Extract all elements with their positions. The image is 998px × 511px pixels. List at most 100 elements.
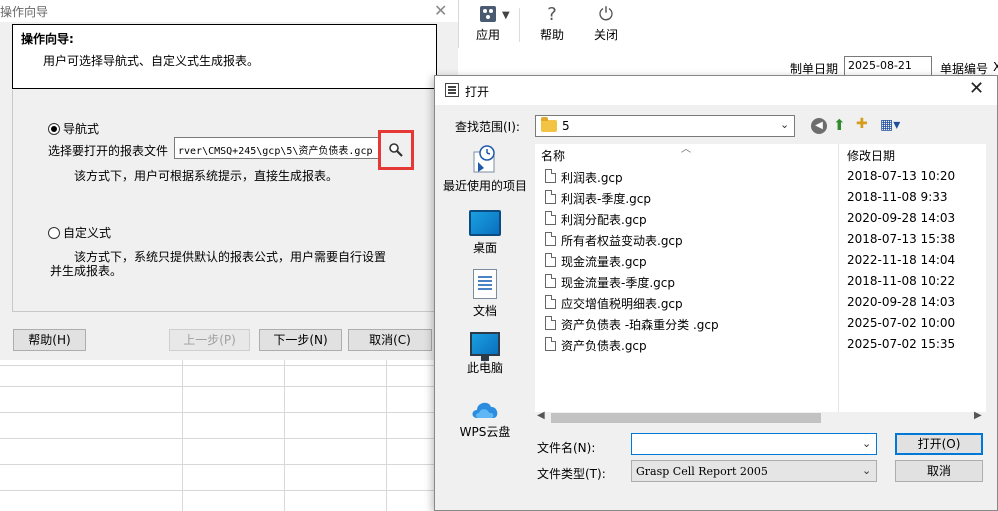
- toolbar-apply-button[interactable]: 应用: [467, 2, 509, 43]
- dialog-cancel-button[interactable]: 取消: [895, 460, 983, 482]
- custom-mode-radio[interactable]: 自定义式: [48, 224, 111, 241]
- custom-mode-label: 自定义式: [63, 226, 112, 240]
- bill-date-input[interactable]: 2025-08-21: [844, 56, 932, 76]
- nav-mode-label: 导航式: [63, 122, 100, 136]
- dialog-window-icon: [445, 83, 459, 97]
- file-row[interactable]: 应交增值税明细表.gcp 2020-09-28 14:03: [535, 292, 986, 313]
- file-row[interactable]: 所有者权益变动表.gcp 2018-07-13 15:38: [535, 229, 986, 250]
- file-name: 应交增值税明细表.gcp: [561, 297, 683, 311]
- file-name: 现金流量表-季度.gcp: [561, 276, 675, 290]
- file-row[interactable]: 利润表.gcp 2018-07-13 10:20: [535, 166, 986, 187]
- file-row[interactable]: 资产负债表 -珀森重分类 .gcp 2025-07-02 10:00: [535, 313, 986, 334]
- column-header-name[interactable]: 名称: [541, 147, 565, 164]
- file-row[interactable]: 现金流量表.gcp 2022-11-18 14:04: [535, 250, 986, 271]
- file-date: 2018-07-13 10:20: [847, 169, 956, 183]
- file-date: 2020-09-28 14:03: [847, 295, 956, 309]
- view-menu-icon[interactable]: ▦▾: [880, 117, 900, 133]
- filetype-select[interactable]: Grasp Cell Report 2005 ⌄: [631, 460, 877, 482]
- file-icon: [545, 232, 556, 246]
- toolbar-apply-label: 应用: [475, 28, 500, 42]
- place-desktop[interactable]: 桌面: [441, 210, 529, 256]
- close-icon[interactable]: ✕: [434, 1, 447, 20]
- scroll-right-icon[interactable]: ▶: [974, 410, 982, 421]
- help-icon: ?: [547, 3, 557, 25]
- grid-line: [0, 464, 440, 465]
- place-documents-label: 文档: [472, 304, 497, 318]
- close-icon[interactable]: ✕: [969, 78, 984, 99]
- file-row[interactable]: 资产负债表.gcp 2025-07-02 15:35: [535, 334, 986, 355]
- horizontal-scrollbar[interactable]: ◀ ▶: [535, 410, 986, 424]
- place-this-pc[interactable]: 此电脑: [441, 332, 529, 376]
- documents-icon: [473, 269, 497, 299]
- filename-label: 文件名(N):: [537, 441, 596, 455]
- file-row[interactable]: 现金流量表-季度.gcp 2018-11-08 10:22: [535, 271, 986, 292]
- filename-input[interactable]: ⌄: [631, 433, 877, 455]
- scroll-left-icon[interactable]: ◀: [537, 410, 545, 421]
- help-button[interactable]: 帮助(H): [13, 329, 86, 351]
- browse-button[interactable]: [378, 130, 414, 170]
- file-list[interactable]: ︿ 名称 修改日期 利润表.gcp 2018-07-13 10:20 利润表-季…: [535, 144, 986, 424]
- place-recent[interactable]: 最近使用的项目: [441, 144, 529, 194]
- nav-mode-radio[interactable]: 导航式: [48, 120, 99, 137]
- open-button[interactable]: 打开(O): [895, 433, 983, 455]
- lookin-label: 查找范围(I):: [455, 120, 520, 134]
- grid-line: [284, 360, 285, 511]
- file-icon: [545, 253, 556, 267]
- radio-unchecked-icon: [48, 226, 60, 239]
- file-date: 2018-11-08 10:22: [847, 274, 956, 288]
- custom-mode-description-cont: 并生成报表。: [50, 264, 123, 278]
- file-icon: [545, 169, 556, 183]
- file-name: 利润表-季度.gcp: [561, 192, 651, 206]
- dialog-title: 打开: [465, 85, 490, 99]
- chevron-down-icon: ⌄: [780, 118, 790, 131]
- chevron-down-icon: ⌄: [862, 464, 872, 477]
- desktop-icon: [469, 210, 501, 236]
- wizard-window: 操作向导 ✕ 操作向导: 用户可选择导航式、自定义式生成报表。 导航式 选择要打…: [0, 0, 458, 360]
- power-icon: ⏻: [598, 3, 614, 25]
- next-step-button[interactable]: 下一步(N): [259, 329, 342, 351]
- lookin-value: 5: [562, 119, 570, 133]
- place-documents[interactable]: 文档: [441, 269, 529, 319]
- radio-checked-icon: [48, 122, 60, 135]
- lookin-combobox[interactable]: 5 ⌄: [535, 115, 795, 137]
- toolbar-help-button[interactable]: ? 帮助: [533, 2, 571, 43]
- file-row[interactable]: 利润表-季度.gcp 2018-11-08 9:33: [535, 187, 986, 208]
- report-file-input[interactable]: rver\CMSQ+245\gcp\5\资产负债表.gcp: [174, 137, 380, 159]
- recent-icon: [470, 144, 500, 174]
- scrollbar-thumb[interactable]: [551, 413, 821, 423]
- chevron-down-icon[interactable]: ▼: [502, 10, 510, 21]
- open-file-dialog: 打开 ✕ 查找范围(I): 5 ⌄ ◀ ⬆ ✚ ▦▾ 最近使用的项目 桌面 文档: [434, 75, 998, 511]
- file-date: 2018-11-08 9:33: [847, 190, 948, 204]
- file-icon: [545, 274, 556, 288]
- column-header-date[interactable]: 修改日期: [847, 147, 895, 164]
- wizard-header: 操作向导: 用户可选择导航式、自定义式生成报表。: [12, 24, 437, 89]
- toolbar-help-label: 帮助: [539, 28, 564, 42]
- bill-no-value: X: [993, 60, 998, 74]
- grid-line: [0, 365, 440, 366]
- back-arrow-icon[interactable]: ◀: [811, 118, 827, 134]
- file-name: 利润表.gcp: [561, 171, 623, 185]
- toolbar-close-button[interactable]: ⏻ 关闭: [587, 2, 625, 43]
- prev-step-button[interactable]: 上一步(P): [169, 329, 250, 351]
- dialog-titlebar: 打开 ✕: [435, 76, 997, 105]
- file-icon: [545, 190, 556, 204]
- file-icon: [545, 211, 556, 225]
- file-row[interactable]: 利润分配表.gcp 2020-09-28 14:03: [535, 208, 986, 229]
- file-icon: [545, 316, 556, 330]
- wizard-cancel-button[interactable]: 取消(C): [348, 329, 432, 351]
- place-wps-cloud-label: WPS云盘: [459, 425, 511, 439]
- chevron-down-icon[interactable]: ⌄: [862, 437, 871, 450]
- file-name: 资产负债表.gcp: [561, 339, 647, 353]
- grid-line: [386, 360, 387, 511]
- magnifier-icon: [385, 137, 407, 163]
- cloud-icon: [469, 396, 501, 420]
- up-folder-icon[interactable]: ⬆: [833, 116, 846, 134]
- grid-line: [0, 412, 440, 413]
- grid-line: [182, 360, 183, 511]
- toolbar-close-label: 关闭: [593, 28, 618, 42]
- place-recent-label: 最近使用的项目: [442, 179, 527, 193]
- nav-mode-description: 该方式下，用户可根据系统提示，直接生成报表。: [74, 169, 339, 183]
- place-desktop-label: 桌面: [472, 241, 497, 255]
- new-folder-icon[interactable]: ✚: [856, 116, 868, 132]
- place-wps-cloud[interactable]: WPS云盘: [441, 396, 529, 440]
